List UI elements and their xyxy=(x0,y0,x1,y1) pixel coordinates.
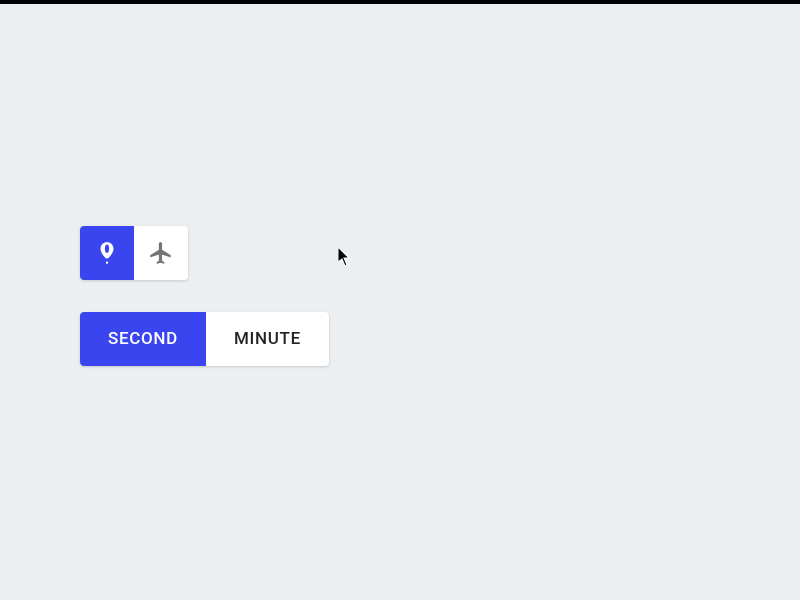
time-unit-second[interactable]: SECOND xyxy=(80,312,206,366)
time-unit-toggle: SECOND MINUTE xyxy=(80,312,329,366)
time-unit-minute[interactable]: MINUTE xyxy=(206,312,329,366)
time-unit-second-label: SECOND xyxy=(108,329,178,349)
travel-mode-airplane[interactable] xyxy=(134,226,188,280)
balloon-icon xyxy=(94,240,120,266)
airplane-icon xyxy=(148,240,174,266)
controls-stack: SECOND MINUTE xyxy=(80,226,329,366)
app-canvas: SECOND MINUTE xyxy=(0,4,800,600)
mouse-cursor xyxy=(338,247,352,267)
time-unit-minute-label: MINUTE xyxy=(234,329,301,349)
travel-mode-balloon[interactable] xyxy=(80,226,134,280)
travel-mode-toggle xyxy=(80,226,188,280)
